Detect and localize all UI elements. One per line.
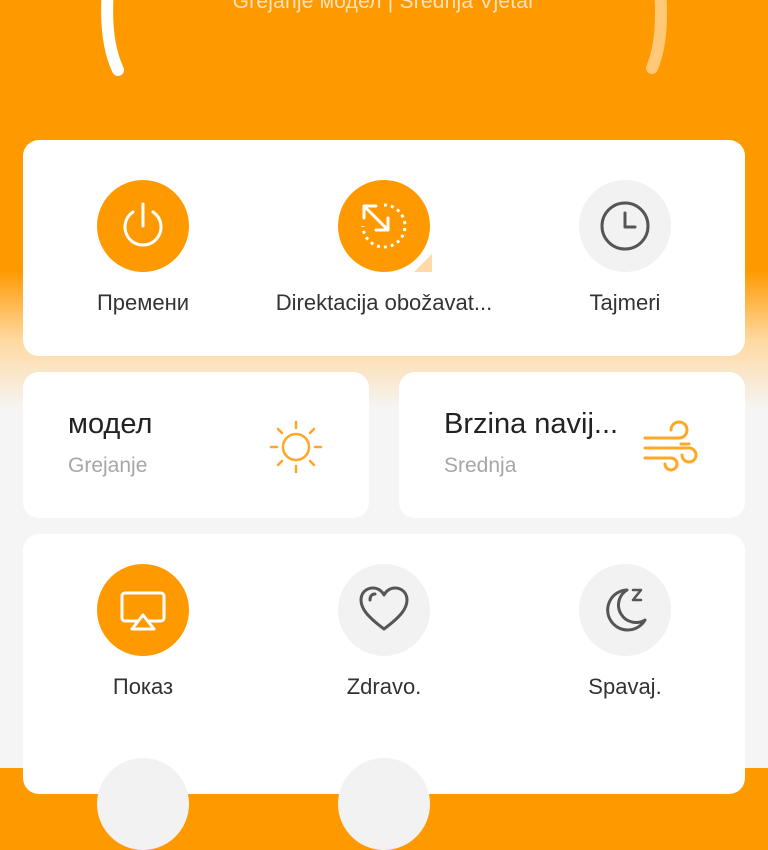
moon-sleep-icon bbox=[606, 588, 647, 632]
heart-icon bbox=[359, 586, 409, 631]
clock-icon bbox=[600, 201, 650, 251]
display-label: Показ bbox=[112, 674, 174, 699]
power-label: Премени bbox=[96, 290, 190, 315]
mode-value: Grejanje bbox=[68, 454, 148, 477]
health-label: Zdravo. bbox=[346, 674, 422, 699]
function-card: Показ Zdravo. Spavaj. bbox=[23, 534, 745, 850]
timer-control[interactable]: Tajmeri bbox=[505, 180, 745, 316]
power-control[interactable]: Премени bbox=[23, 180, 263, 316]
wind-speed-card[interactable]: Brzina navij... Srednja bbox=[399, 372, 745, 518]
health-button[interactable] bbox=[338, 564, 430, 656]
more-options-indicator bbox=[414, 254, 432, 272]
wind-speed-title: Brzina navij... bbox=[444, 408, 619, 440]
sleep-control[interactable]: Spavaj. bbox=[505, 564, 745, 700]
display-control[interactable]: Показ bbox=[23, 564, 263, 700]
fan-direction-button[interactable] bbox=[338, 180, 432, 272]
temperature-dial-arc bbox=[101, 0, 667, 76]
timer-label: Tajmeri bbox=[589, 290, 661, 315]
mode-card[interactable]: модел Grejanje bbox=[23, 372, 369, 518]
health-control[interactable]: Zdravo. bbox=[264, 564, 504, 700]
display-icon bbox=[120, 591, 166, 631]
more-options-indicator bbox=[655, 254, 673, 272]
timer-button[interactable] bbox=[579, 180, 673, 272]
sun-icon bbox=[269, 420, 323, 474]
display-button[interactable] bbox=[97, 564, 189, 656]
fan-direction-icon bbox=[361, 203, 407, 249]
wind-speed-value: Srednja bbox=[444, 454, 517, 477]
fan-direction-label: Direktacija obožavat... bbox=[275, 290, 493, 315]
fan-direction-control[interactable]: Direktacija obožavat... bbox=[264, 180, 504, 316]
power-button[interactable] bbox=[97, 180, 189, 272]
next-row-button[interactable] bbox=[338, 758, 430, 850]
wind-icon bbox=[643, 420, 698, 472]
sleep-label: Spavaj. bbox=[588, 674, 662, 699]
next-row-button[interactable] bbox=[97, 758, 189, 850]
power-icon bbox=[123, 202, 163, 247]
sleep-button[interactable] bbox=[579, 564, 671, 656]
mode-title: модел bbox=[68, 408, 153, 440]
control-card: Премени Direktacija obožavat... Tajmeri bbox=[23, 140, 745, 356]
